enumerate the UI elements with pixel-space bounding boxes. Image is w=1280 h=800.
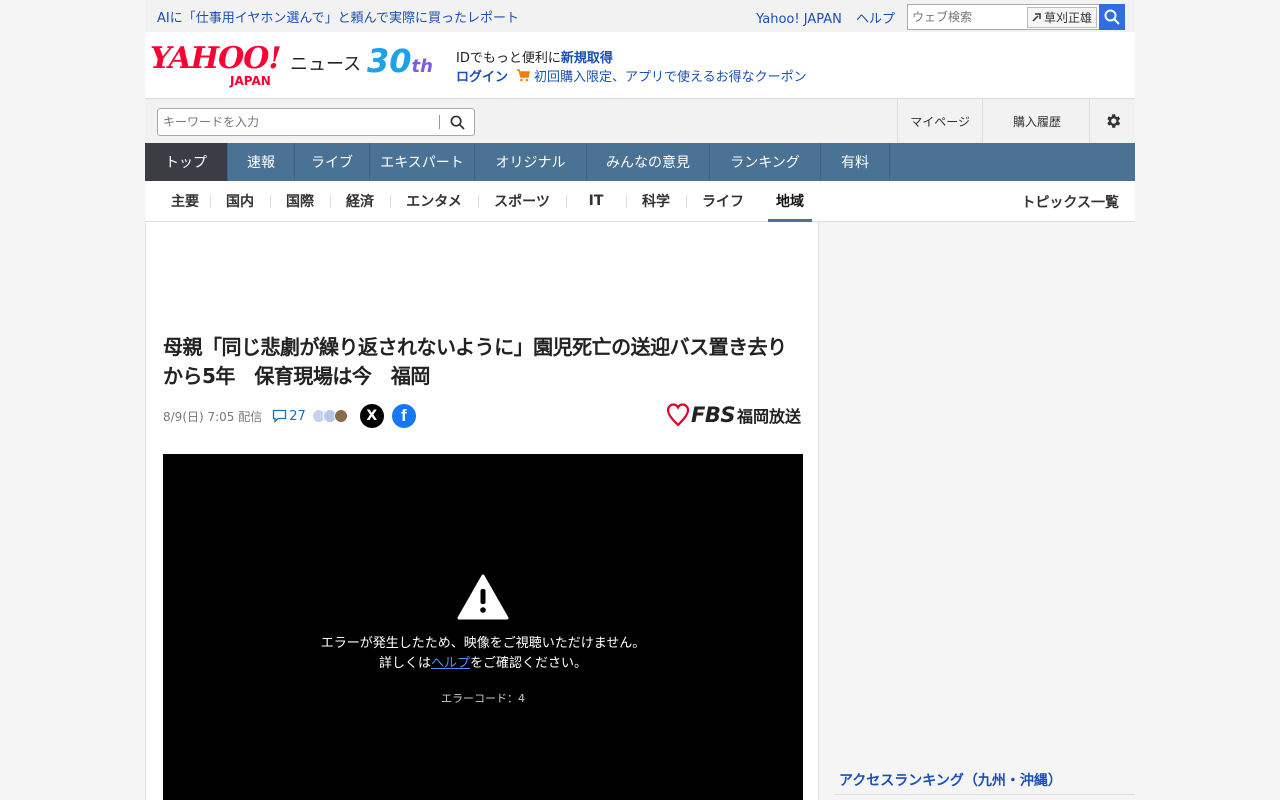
warning-icon [457, 574, 509, 620]
article-meta: 8/9(日) 7:05 配信 27 X f [163, 404, 416, 428]
login-link[interactable]: ログイン [456, 66, 508, 85]
keyword-search-box [157, 108, 475, 136]
tab-ranking[interactable]: ランキング [710, 143, 821, 181]
x-logo-icon: X [366, 408, 378, 424]
publish-date: 8/9(日) 7:05 配信 [163, 409, 263, 424]
comment-count: 27 [289, 408, 306, 424]
video-error-post: をご確認ください。 [470, 656, 588, 671]
category-main[interactable]: 主要 [160, 181, 210, 221]
share-facebook-button[interactable]: f [391, 404, 416, 428]
web-search-input[interactable] [912, 10, 1022, 24]
30th-anniversary-logo[interactable]: 30th [367, 44, 433, 84]
search-suggestion-label: 草刈正雄 [1043, 10, 1092, 25]
coupon-link[interactable]: 初回購入限定、アプリで使えるお得なクーポン [534, 66, 807, 85]
video-error-pre: 詳しくは [378, 656, 431, 671]
fbs-heart-icon [667, 403, 689, 427]
ranking-divider [835, 794, 1135, 795]
category-economy[interactable]: 経済 [330, 181, 390, 221]
publisher-name: 福岡放送 [736, 407, 801, 426]
tab-breaking[interactable]: 速報 [228, 143, 295, 181]
article-headline: 母親「同じ悲劇が繰り返されないように」園児死亡の送迎バス置き去りから5年 保育現… [163, 335, 787, 388]
category-nav: 主要 国内 国際 経済 エンタメ スポーツ IT 科学 ライフ 地域 トピックス… [145, 181, 1135, 222]
category-it[interactable]: IT [566, 181, 626, 221]
category-domestic[interactable]: 国内 [210, 181, 270, 221]
settings-button[interactable] [1089, 99, 1135, 143]
logo-news[interactable]: ニュース [290, 50, 361, 76]
logo-yahoo: YAHOO! [150, 41, 282, 76]
tab-live[interactable]: ライブ [295, 143, 370, 181]
search-suggestion-chip[interactable]: 草刈正雄 [1026, 6, 1097, 28]
web-search-box: 草刈正雄 [907, 4, 1099, 30]
tab-expert[interactable]: エキスパート [370, 143, 475, 181]
help-link[interactable]: ヘルプ [856, 12, 895, 27]
comment-icon [273, 409, 287, 423]
keyword-search-input[interactable] [158, 115, 439, 129]
logo-30-number: 30 [367, 42, 412, 80]
web-search-button[interactable] [1099, 4, 1125, 30]
top-links: Yahoo! JAPAN ヘルプ [746, 8, 895, 27]
id-promo-text: IDでもっと便利に [456, 51, 561, 66]
category-science[interactable]: 科学 [626, 181, 686, 221]
category-list: 主要 国内 国際 経済 エンタメ スポーツ IT 科学 ライフ 地域 [160, 181, 812, 222]
yahoo-news-logo[interactable]: YAHOO! JAPAN [150, 41, 282, 89]
promo-link[interactable]: AIに「仕事用イヤホン選んで」と頼んで実際に買ったレポート [157, 7, 519, 26]
logo-japan: JAPAN [230, 74, 271, 88]
signup-link[interactable]: 新規取得 [561, 51, 613, 66]
category-sports[interactable]: スポーツ [478, 181, 566, 221]
video-error-line1: エラーが発生したため、映像をご視聴いただけません。 [320, 636, 646, 651]
header: YAHOO! JAPAN ニュース 30th IDでもっと便利に新規取得 ログイ… [145, 32, 1135, 98]
main-nav: トップ 速報 ライブ エキスパート オリジナル みんなの意見 ランキング 有料 [145, 143, 1135, 181]
category-local[interactable]: 地域 [768, 181, 812, 222]
facebook-logo-icon: f [400, 406, 407, 425]
trend-arrow-icon [1032, 13, 1041, 22]
article: 母親「同じ悲劇が繰り返されないように」園児死亡の送迎バス置き去りから5年 保育現… [145, 222, 819, 800]
keyword-search-button[interactable] [440, 109, 474, 135]
video-help-link[interactable]: ヘルプ [431, 656, 470, 671]
web-search: 草刈正雄 [907, 4, 1125, 30]
video-error-message: エラーが発生したため、映像をご視聴いただけません。 詳しくはヘルプをご確認くださ… [163, 634, 803, 674]
category-world[interactable]: 国際 [270, 181, 330, 221]
category-life[interactable]: ライフ [686, 181, 760, 221]
logo-30-suffix: th [411, 56, 433, 77]
tab-original[interactable]: オリジナル [475, 143, 587, 181]
yahoo-japan-link[interactable]: Yahoo! JAPAN [756, 12, 842, 27]
commenter-avatars [311, 409, 348, 423]
tab-top[interactable]: トップ [145, 143, 228, 181]
purchase-history-link[interactable]: 購入履歴 [981, 99, 1089, 143]
topics-list-link[interactable]: トピックス一覧 [1021, 192, 1119, 212]
gear-icon [1106, 114, 1120, 128]
category-entertainment[interactable]: エンタメ [390, 181, 478, 221]
publisher-logo-text: FBS [691, 403, 735, 427]
video-player[interactable]: エラーが発生したため、映像をご視聴いただけません。 詳しくはヘルプをご確認くださ… [163, 454, 803, 800]
login-row: ログイン 初回購入限定、アプリで使えるお得なクーポン [456, 66, 807, 85]
search-icon [450, 115, 465, 130]
news-search-row: マイページ 購入履歴 [145, 98, 1135, 143]
comment-link[interactable]: 27 [272, 409, 306, 424]
share-x-button[interactable]: X [359, 404, 384, 428]
cart-icon [517, 69, 530, 82]
tab-paid[interactable]: 有料 [821, 143, 890, 181]
mypage-link[interactable]: マイページ [897, 99, 982, 143]
video-error-line2: 詳しくはヘルプをご確認ください。 [163, 654, 803, 674]
utility-links: マイページ 購入履歴 [897, 99, 1135, 143]
tab-opinions[interactable]: みんなの意見 [587, 143, 710, 181]
publisher-logo[interactable]: FBS 福岡放送 [667, 403, 801, 427]
search-icon [1104, 9, 1120, 25]
access-ranking-title[interactable]: アクセスランキング（九州・沖縄） [839, 770, 1062, 790]
video-error-code: エラーコード：4 [441, 692, 525, 705]
top-bar: AIに「仕事用イヤホン選んで」と頼んで実際に買ったレポート Yahoo! JAP… [145, 0, 1135, 32]
id-promo: IDでもっと便利に新規取得 [456, 47, 613, 66]
avatar [333, 409, 348, 423]
